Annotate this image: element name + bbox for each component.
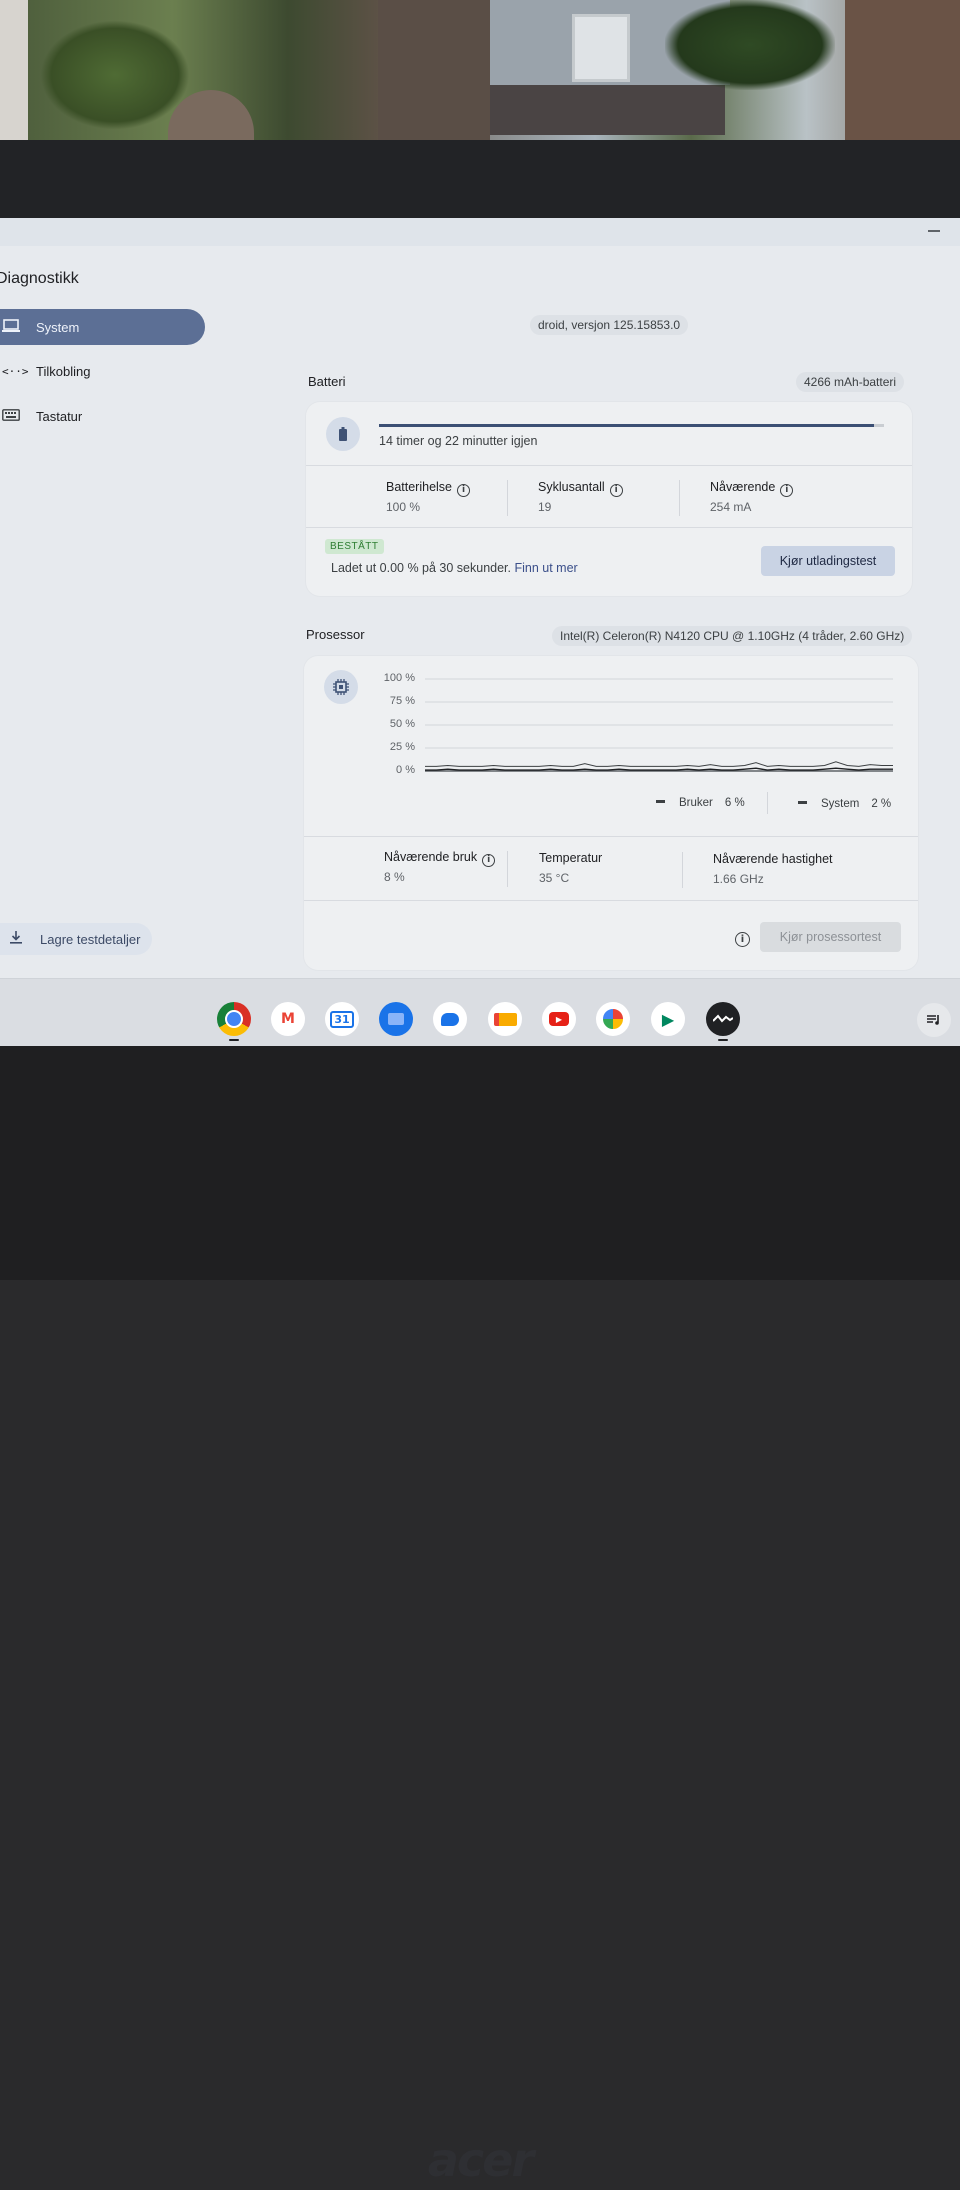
calendar-icon[interactable]: 31 [325,1002,359,1036]
run-discharge-test-button[interactable]: Kjør utladingstest [761,546,895,576]
info-icon[interactable]: i [482,854,496,867]
version-chip: droid, versjon 125.15853.0 [530,315,689,335]
divider [507,480,508,516]
messages-icon[interactable] [433,1002,467,1036]
temperature-value: 35 °C [539,871,570,885]
running-indicator [718,1039,728,1041]
shelf: M 31 ▶ ▶ [0,978,960,1046]
info-icon[interactable]: i [735,932,750,947]
plant [40,20,190,130]
photos-icon[interactable] [596,1002,630,1036]
current-usage-label: Nåværende bruk i [384,850,496,867]
battery-capacity-chip: 4266 mAh-batteri [796,372,905,392]
y-tick-label: 0 % [396,764,415,776]
current-value: 254 mA [710,500,752,514]
window-titlebar [0,218,960,246]
legend-item-system: System 2 % [798,798,891,810]
status-tray-icon [927,1015,939,1025]
fig-plant [665,0,835,90]
status-tray[interactable] [917,1003,951,1037]
app-title: Diagnostikk [0,270,79,287]
photo-background [0,0,960,145]
acer-logo: acer [427,2133,534,2187]
sidebar-item-system[interactable]: System [0,309,205,345]
current-speed-label: Nåværende hastighet [713,852,833,866]
series-line-system [425,767,893,771]
y-tick-label: 75 % [389,695,415,707]
keyboard-icon [0,408,36,424]
info-icon[interactable]: i [780,484,794,497]
battery-health-value: 100 % [386,500,421,514]
run-processor-test-button[interactable]: Kjør prosessortest [760,922,901,952]
battery-level-bar [379,424,884,427]
learn-more-link[interactable]: Finn ut mer [514,561,577,575]
y-tick-label: 25 % [389,741,415,753]
divider [306,465,912,466]
current-usage-value: 8 % [384,870,405,884]
battery-remaining-time: 14 timer og 22 minutter igjen [379,434,538,448]
running-indicator [229,1039,239,1041]
cpu-model-chip: Intel(R) Celeron(R) N4120 CPU @ 1.10GHz … [552,626,913,646]
legend-swatch [656,800,665,803]
download-icon [0,931,40,947]
info-icon[interactable]: i [609,484,623,497]
chrome-icon[interactable] [217,1002,251,1036]
divider [304,900,918,901]
divider [767,792,768,814]
divider [679,480,680,516]
play-store-icon[interactable]: ▶ [651,1002,685,1036]
screen: Diagnostikk System <··> Tilkobling Tasta… [0,218,960,1046]
divider [507,851,508,887]
divider [304,836,918,837]
save-button-label: Lagre testdetaljer [40,931,141,947]
battery-health-label: Batterihelse i [386,480,471,497]
window-frame-middle [378,0,490,140]
battery-section-title: Batteri [308,374,346,389]
files-icon[interactable] [379,1002,413,1036]
status-badge: BESTÅTT [325,539,384,554]
house-window [572,14,630,82]
laptop-bezel-top [0,140,960,218]
divider [682,852,683,888]
current-label: Nåværende i [710,480,794,497]
minimize-button[interactable] [928,230,940,232]
sidebar-item-tilkobling[interactable]: <··> Tilkobling [0,353,205,389]
cycle-count-value: 19 [538,500,552,514]
y-tick-label: 50 % [389,718,415,730]
house-roof [490,85,725,135]
meet-icon[interactable] [488,1002,522,1036]
sidebar-item-label: Tastatur [36,408,83,424]
sidebar-item-label: System [36,319,80,335]
cycle-count-label: Syklusantall i [538,480,623,497]
sidebar-item-label: Tilkobling [36,363,91,379]
legend-swatch [798,801,807,804]
processor-section-title: Prosessor [306,627,365,642]
info-icon[interactable]: i [457,484,471,497]
sidebar-item-tastatur[interactable]: Tastatur [0,398,205,434]
y-tick-label: 100 % [383,672,415,684]
diagnostics-icon[interactable] [706,1002,740,1036]
connection-icon: <··> [2,364,29,378]
temperature-label: Temperatur [539,851,603,865]
window-frame-right [845,0,960,140]
series-line-bruker [425,761,893,767]
current-speed-value: 1.66 GHz [713,872,764,886]
battery-icon [326,417,360,451]
save-test-details-button[interactable]: Lagre testdetaljer [0,923,152,955]
gmail-icon[interactable]: M [271,1002,305,1036]
legend-item-user: Bruker 6 % [656,797,745,809]
window-frame-left [0,0,28,140]
laptop-bezel-bottom: acer [0,1045,960,2187]
discharge-result-text: Ladet ut 0.00 % på 30 sekunder. Finn ut … [331,561,578,575]
laptop-icon [0,318,36,336]
battery-level-fill [379,424,874,427]
divider [306,527,912,528]
youtube-icon[interactable]: ▶ [542,1002,576,1036]
